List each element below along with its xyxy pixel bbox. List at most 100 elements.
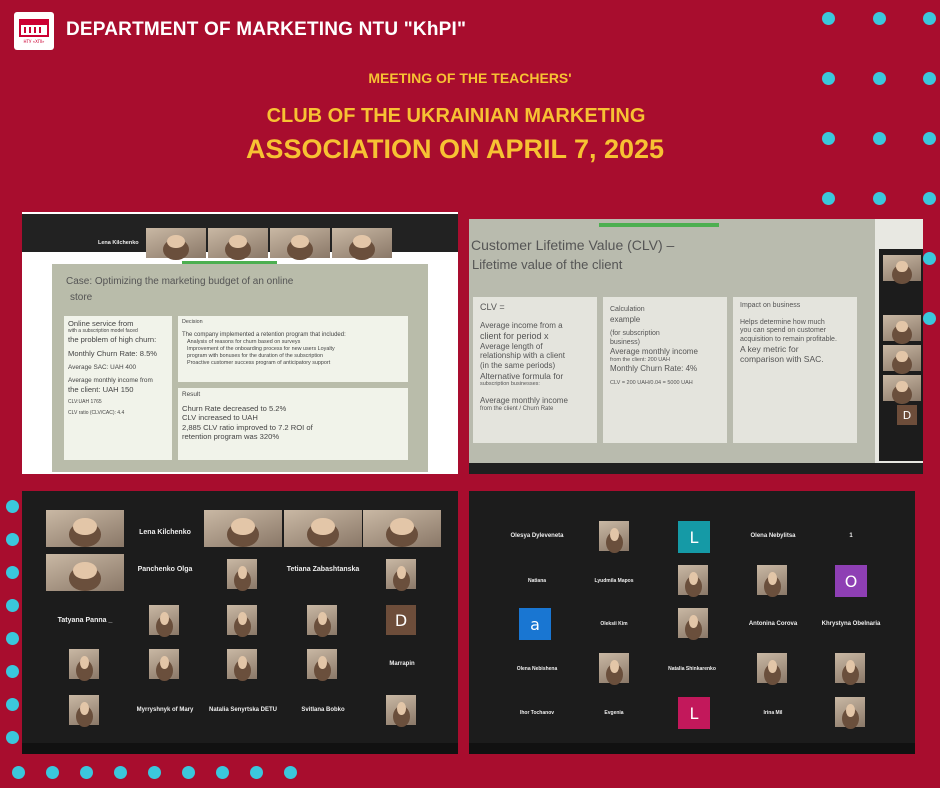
participant-video xyxy=(270,228,330,258)
participant-name: Tetiana Zabashtanska xyxy=(286,566,360,573)
meeting-subtitle: MEETING OF THE TEACHERS' xyxy=(368,70,572,86)
university-logo: НТУ «ХПІ» xyxy=(14,12,54,50)
participant-name: 1 xyxy=(849,533,853,539)
participant-video xyxy=(69,695,99,725)
impact-card: Impact on business Helps determine how m… xyxy=(733,297,857,443)
participant-avatar: D xyxy=(386,605,416,635)
participant-video xyxy=(149,605,179,635)
calculation-card: Calculation example (for subscription bu… xyxy=(603,297,727,443)
participant-video xyxy=(227,605,257,635)
participant-video xyxy=(208,228,268,258)
decorative-dot xyxy=(80,766,93,779)
decorative-dot xyxy=(6,632,19,645)
date-title: ASSOCIATION ON APRIL 7, 2025 xyxy=(245,134,665,164)
decorative-dot xyxy=(182,766,195,779)
participant-name: Svitlana Bobko xyxy=(301,707,345,713)
decorative-dot xyxy=(12,766,25,779)
participant-video xyxy=(146,228,206,258)
decorative-dot xyxy=(873,192,886,205)
decorative-dot xyxy=(284,766,297,779)
decorative-dot xyxy=(250,766,263,779)
participant-name: Olena Nebishena xyxy=(516,666,558,672)
participant-video xyxy=(307,605,337,635)
slide-title: Customer Lifetime Value (CLV) – xyxy=(471,237,675,253)
participant-name: Olena Nebylitsa xyxy=(750,533,796,539)
participant-name: Evgenia xyxy=(604,710,624,716)
participant-video xyxy=(599,521,629,551)
decorative-dot xyxy=(873,12,886,25)
participant-name: Panchenko Olga xyxy=(137,566,193,573)
participant-video xyxy=(757,565,787,595)
participant-video xyxy=(204,510,282,547)
participant-name: Myrryshnyk of Mary xyxy=(136,707,194,713)
decorative-dot xyxy=(6,731,19,744)
participant-name: Ihor Tochanov xyxy=(519,710,555,716)
screenshot-clv-slide: Customer Lifetime Value (CLV) – Lifetime… xyxy=(469,219,923,474)
participant-name: Natiana xyxy=(527,578,547,584)
participant-video xyxy=(599,653,629,683)
decorative-dot xyxy=(6,500,19,513)
decorative-dot xyxy=(923,132,936,145)
decorative-dot xyxy=(923,12,936,25)
participant-video xyxy=(883,255,921,281)
participant-name: Lyudmila Mapos xyxy=(594,578,634,584)
decorative-dot xyxy=(6,665,19,678)
decorative-dot xyxy=(923,312,936,325)
decorative-dot xyxy=(822,192,835,205)
participant-video xyxy=(835,653,865,683)
slide-title: Case: Optimizing the marketing budget of… xyxy=(66,276,294,287)
participant-video xyxy=(386,695,416,725)
participant-avatar: a xyxy=(519,608,551,640)
participant-video xyxy=(883,315,921,341)
participant-name: Khrystyna Obelnaria xyxy=(821,621,881,627)
screenshot-case-slide: Lena Kilchenko Case: Optimizing the mark… xyxy=(22,212,458,474)
slide-subtitle: Lifetime value of the client xyxy=(472,257,623,272)
participant-video xyxy=(678,608,708,638)
participant-video xyxy=(883,345,921,371)
clv-formula-card: CLV = Average income from a client for p… xyxy=(473,297,597,443)
decorative-dot xyxy=(6,566,19,579)
decorative-dot xyxy=(923,252,936,265)
participant-name: Olesya Dyleveneta xyxy=(510,533,564,539)
screenshot-gallery-2: Olesya Dyleveneta L Olena Nebylitsa 1 Na… xyxy=(469,491,915,754)
participant-avatar: O xyxy=(835,565,867,597)
participant-video xyxy=(883,375,921,401)
participant-video xyxy=(757,653,787,683)
participant-avatar: D xyxy=(897,405,917,425)
decorative-dot xyxy=(6,698,19,711)
decorative-dot xyxy=(822,12,835,25)
participant-avatar: L xyxy=(678,697,710,729)
participant-video xyxy=(46,554,124,591)
participant-video xyxy=(46,510,124,547)
participant-video xyxy=(678,565,708,595)
decorative-dot xyxy=(46,766,59,779)
participant-name: Marrapin xyxy=(389,661,415,667)
participant-name: Natalia Senyrtska DETU xyxy=(208,707,278,713)
decorative-dot xyxy=(114,766,127,779)
participant-name: Tatyana Panna _ xyxy=(57,617,113,624)
participant-video xyxy=(227,649,257,679)
club-title: CLUB OF THE UKRAINIAN MARKETING xyxy=(266,105,646,127)
participant-video xyxy=(227,559,257,589)
decorative-dot xyxy=(923,192,936,205)
department-title: DEPARTMENT OF MARKETING NTU "KhPI" xyxy=(66,19,467,40)
participant-video xyxy=(149,649,179,679)
decorative-dot xyxy=(6,533,19,546)
decorative-dot xyxy=(6,599,19,612)
decorative-dot xyxy=(216,766,229,779)
decision-card: Decision The company implemented a reten… xyxy=(178,316,408,382)
participant-name: Lena Kilchenko xyxy=(139,529,191,536)
participant-name: Oleksii Kim xyxy=(600,621,628,627)
decorative-dot xyxy=(148,766,161,779)
screenshot-gallery-1: Lena Kilchenko Panchenko Olga Tetiana Za… xyxy=(22,491,458,754)
participant-video xyxy=(835,697,865,727)
participant-video xyxy=(284,510,362,547)
participant-video xyxy=(363,510,441,547)
case-card: Online service from with a subscription … xyxy=(64,316,172,460)
participant-name: Lena Kilchenko xyxy=(98,240,139,246)
participant-name: Antonina Corova xyxy=(748,621,798,627)
participant-video xyxy=(69,649,99,679)
participant-name: Natalia Shinkarenko xyxy=(668,666,716,672)
participant-name: Irina Mil xyxy=(763,710,783,716)
participant-avatar: L xyxy=(678,521,710,553)
